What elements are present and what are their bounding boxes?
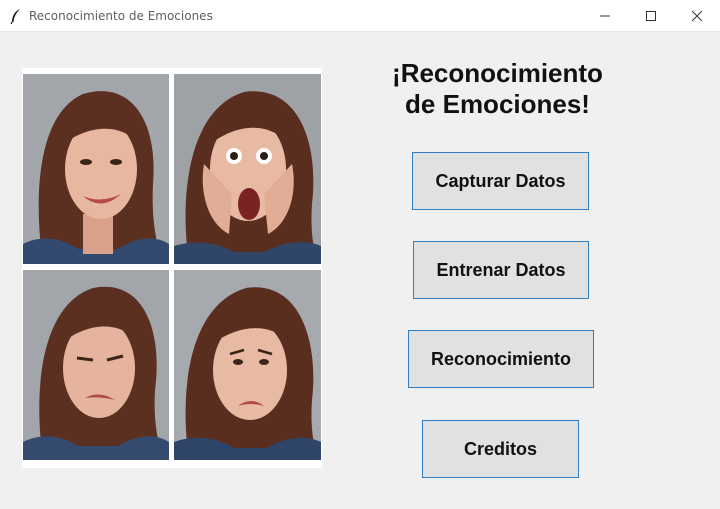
maximize-button[interactable] <box>628 0 674 31</box>
title-bar[interactable]: Reconocimiento de Emociones <box>0 0 720 32</box>
minimize-icon <box>600 15 610 16</box>
window-title: Reconocimiento de Emociones <box>29 8 213 23</box>
disgusted-face-photo <box>23 270 169 460</box>
sad-face-photo <box>174 270 321 460</box>
main-content: ¡Reconocimiento de Emociones! Capturar D… <box>0 31 720 509</box>
creditos-button[interactable]: Creditos <box>422 420 579 478</box>
emotions-image <box>22 68 322 468</box>
capturar-datos-button[interactable]: Capturar Datos <box>412 152 589 210</box>
heading-line-1: ¡Reconocimiento <box>392 58 603 88</box>
feather-icon <box>10 8 20 24</box>
entrenar-datos-button[interactable]: Entrenar Datos <box>413 241 589 299</box>
heading-line-2: de Emociones! <box>405 89 590 119</box>
page-heading: ¡Reconocimiento de Emociones! <box>370 58 625 120</box>
reconocimiento-button[interactable]: Reconocimiento <box>408 330 594 388</box>
minimize-button[interactable] <box>582 0 628 31</box>
close-button[interactable] <box>674 0 720 31</box>
happy-face-photo <box>23 74 169 264</box>
surprised-face-photo <box>174 74 321 264</box>
close-icon <box>691 10 703 21</box>
maximize-icon <box>646 10 656 21</box>
